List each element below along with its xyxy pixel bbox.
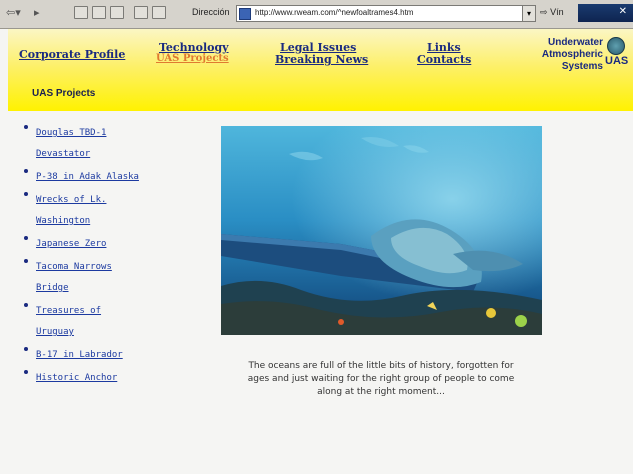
bullet-icon — [24, 370, 28, 374]
go-button[interactable]: ⇨ Vín — [540, 5, 576, 20]
bullet-icon — [24, 259, 28, 263]
project-link-devastator[interactable]: Douglas TBD-1 Devastator — [36, 128, 106, 159]
project-link-uruguay[interactable]: Treasures of Uruguay — [36, 306, 101, 337]
section-title: UAS Projects — [32, 88, 96, 99]
address-label: Dirección — [192, 7, 230, 17]
project-link-lk-washington[interactable]: Wrecks of Lk. Washington — [36, 195, 106, 226]
address-bar[interactable]: http://www.rweam.com/^newfoaltrames4.htm — [236, 5, 523, 22]
forward-icon[interactable]: ▸ — [34, 6, 40, 20]
list-item: Wrecks of Lk. Washington — [22, 187, 142, 229]
bullet-icon — [24, 303, 28, 307]
bullet-icon — [24, 125, 28, 129]
home-icon[interactable] — [110, 6, 124, 19]
search-icon[interactable] — [134, 6, 148, 19]
page-caption: The oceans are full of the little bits o… — [247, 361, 515, 397]
stop-icon[interactable] — [74, 6, 88, 19]
underwater-wreck-photo — [221, 126, 542, 335]
logo-line-2: Atmospheric — [541, 49, 603, 60]
list-item: P-38 in Adak Alaska — [22, 164, 142, 185]
logo-line-3: Systems — [561, 61, 603, 72]
logo-mark: UAS — [605, 55, 629, 67]
bullet-icon — [24, 347, 28, 351]
project-link-p38[interactable]: P-38 in Adak Alaska — [36, 172, 139, 182]
project-list: Douglas TBD-1 Devastator P-38 in Adak Al… — [22, 120, 142, 388]
nav-corporate-profile[interactable]: Corporate Profile — [19, 48, 125, 61]
bullet-icon — [24, 192, 28, 196]
go-label: Vín — [550, 7, 564, 17]
project-link-tacoma-bridge[interactable]: Tacoma Narrows Bridge — [36, 262, 112, 293]
page-icon — [239, 8, 251, 20]
bullet-icon — [24, 169, 28, 173]
list-item: Treasures of Uruguay — [22, 298, 142, 340]
list-item: Tacoma Narrows Bridge — [22, 254, 142, 296]
address-dropdown-button[interactable]: ▾ — [522, 5, 536, 22]
nav-uas-projects[interactable]: UAS Projects — [156, 53, 229, 64]
go-arrow-icon: ⇨ — [540, 7, 548, 17]
list-item: B-17 in Labrador — [22, 342, 142, 363]
list-item: Douglas TBD-1 Devastator — [22, 120, 142, 162]
logo-emblem-icon — [607, 37, 625, 55]
list-item: Japanese Zero — [22, 231, 142, 252]
window-controls: ✕ — [578, 4, 633, 22]
logo-text: Underwater Atmospheric Systems — [542, 37, 603, 73]
refresh-icon[interactable] — [92, 6, 106, 19]
project-link-anchor[interactable]: Historic Anchor — [36, 373, 117, 383]
site-header: Corporate Profile Technology UAS Project… — [8, 29, 633, 111]
bullet-icon — [24, 236, 28, 240]
close-icon[interactable]: ✕ — [619, 6, 627, 17]
logo-line-1: Underwater — [547, 37, 603, 48]
list-item: Historic Anchor — [22, 365, 142, 386]
address-url[interactable]: http://www.rweam.com/^newfoaltrames4.htm — [255, 8, 413, 17]
history-icon[interactable] — [152, 6, 166, 19]
nav-breaking-news[interactable]: Breaking News — [275, 53, 368, 66]
browser-toolbar: ⇦▾ ▸ Dirección http://www.rweam.com/^new… — [0, 0, 633, 29]
back-icon[interactable]: ⇦▾ — [6, 6, 21, 20]
uas-logo: UAS — [605, 37, 629, 71]
project-link-b17[interactable]: B-17 in Labrador — [36, 350, 123, 360]
project-link-japanese-zero[interactable]: Japanese Zero — [36, 239, 106, 249]
nav-contacts[interactable]: Contacts — [417, 53, 471, 66]
